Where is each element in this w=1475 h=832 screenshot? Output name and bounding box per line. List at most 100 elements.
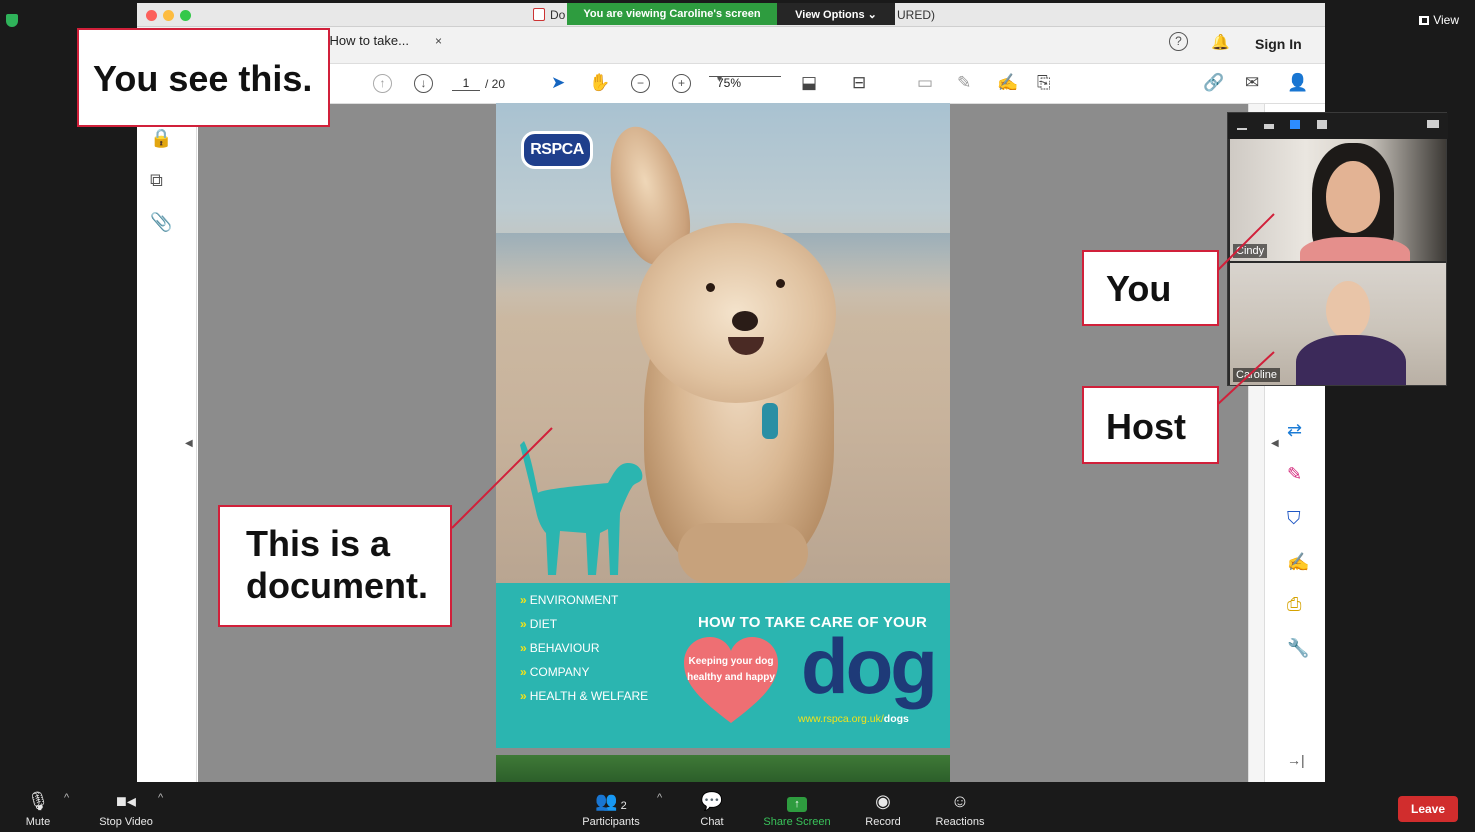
gallery-view-icon	[1419, 15, 1430, 25]
topic-list-item: » COMPANY	[520, 665, 590, 679]
window-title-left: Do	[550, 8, 566, 22]
protect-shield-icon[interactable]: ⛉	[1287, 508, 1301, 529]
page-thumbnails-icon[interactable]: ⧉	[150, 170, 163, 191]
chat-button[interactable]: 💬 Chat	[692, 782, 732, 828]
topic-list-item: » DIET	[520, 617, 558, 631]
more-tools-wrench-icon[interactable]: 🔧	[1287, 638, 1309, 659]
rspca-logo: RSPCA	[521, 131, 593, 169]
participant-name: Cindy	[1233, 244, 1268, 258]
callout-line: This is a	[246, 523, 391, 564]
close-window-icon[interactable]	[146, 10, 157, 21]
view-options-button[interactable]: View Options ⌄	[777, 3, 895, 25]
shirt	[1296, 335, 1406, 385]
previous-page-icon[interactable]: ↑	[373, 74, 392, 93]
page-number-input[interactable]: 1	[452, 76, 480, 91]
callout-you-see-this: You see this.	[77, 28, 330, 127]
comment-icon[interactable]: ▭	[917, 73, 933, 93]
pdf-file-icon	[533, 8, 545, 21]
chevron-down-icon: ▾	[717, 74, 723, 85]
export-pdf-icon[interactable]: ⇄	[1287, 420, 1302, 441]
view-button[interactable]: View	[1419, 13, 1459, 27]
tab-close-icon[interactable]: ×	[435, 34, 442, 48]
zoom-level-select[interactable]: 75% ▾	[709, 74, 781, 90]
window-title-right: URED)	[897, 8, 935, 22]
sign-in-button[interactable]: Sign In	[1255, 36, 1302, 52]
add-user-icon[interactable]: 👤	[1287, 73, 1308, 93]
minimize-window-icon[interactable]	[163, 10, 174, 21]
dog-eye-right	[776, 279, 785, 288]
heart-caption: Keeping your dog healthy and happy	[687, 656, 775, 683]
pdf-page-cover: RSPCA » ENVIRONMENT » DIET » BEHAVIOUR » COM…	[496, 103, 950, 748]
notifications-bell-icon[interactable]: 🔔	[1211, 33, 1230, 51]
window-titlebar: Do URED) You are viewing Caroline's scre…	[137, 3, 1325, 27]
organize-pages-icon[interactable]: ⎙	[1287, 594, 1301, 615]
attachment-paperclip-icon[interactable]: 📎	[150, 212, 172, 233]
cover-title-dog: dog	[801, 622, 938, 710]
edit-pen-icon[interactable]: ✎	[1287, 464, 1302, 485]
security-shield-icon[interactable]	[6, 14, 18, 27]
record-icon: ◉	[875, 791, 891, 811]
callout-line: document.	[246, 565, 429, 606]
sign-icon[interactable]: ✍	[1287, 552, 1309, 573]
collapse-tools-icon[interactable]: →|	[1287, 752, 1305, 768]
edit-pdf-icon[interactable]: ⎘	[1037, 73, 1051, 93]
hide-video-icon[interactable]	[1264, 124, 1274, 129]
fill-sign-icon[interactable]: ✍	[997, 73, 1018, 93]
bone-tag	[762, 403, 778, 439]
page-total: / 20	[485, 77, 506, 91]
participant-video-cindy[interactable]: Cindy	[1230, 139, 1446, 261]
email-icon[interactable]: ✉	[1245, 73, 1259, 93]
expand-right-panel-icon[interactable]: ◀	[1271, 438, 1279, 449]
zoom-meeting-window: View Do URED) You are viewing Caroline's…	[0, 0, 1475, 832]
audio-options-chevron-icon[interactable]: ^	[64, 792, 69, 804]
stop-video-button[interactable]: ■◂ Stop Video	[92, 782, 160, 828]
meeting-controls-bar: 🎙 Mute ^ ■◂ Stop Video ^ 👥 2 Participants…	[0, 782, 1475, 832]
highlight-pen-icon[interactable]: ✎	[957, 73, 971, 93]
lock-icon[interactable]: 🔒	[150, 128, 172, 149]
gallery-grid-icon[interactable]	[1317, 120, 1327, 129]
topic-list-item: » ENVIRONMENT	[520, 593, 619, 607]
minimize-video-icon[interactable]	[1237, 128, 1247, 130]
maximize-window-icon[interactable]	[180, 10, 191, 21]
teal-dog-silhouette-icon	[520, 441, 643, 575]
hand-tool-icon[interactable]: ✋	[589, 73, 610, 93]
collapse-left-panel-icon[interactable]: ◀	[185, 438, 193, 449]
dog-nose	[732, 311, 758, 331]
select-cursor-icon[interactable]: ➤	[551, 73, 565, 93]
screen-share-banner: You are viewing Caroline's screen	[567, 3, 777, 25]
microphone-icon: 🎙	[26, 791, 50, 811]
cover-url: www.rspca.org.uk/dogs	[798, 713, 909, 725]
reactions-smiley-icon: ☺	[950, 791, 970, 811]
participant-face	[1326, 161, 1380, 233]
record-button[interactable]: ◉ Record	[860, 782, 906, 828]
dog-eye-left	[706, 283, 715, 292]
next-page-icon[interactable]: ↓	[414, 74, 433, 93]
help-icon[interactable]: ?	[1169, 32, 1188, 51]
dog-legs	[678, 523, 808, 583]
video-panel-header	[1228, 113, 1448, 139]
video-panel: Cindy Caroline	[1227, 112, 1448, 386]
fit-page-icon[interactable]: ⬓	[801, 73, 817, 93]
video-camera-icon: ■◂	[116, 791, 136, 811]
zoom-out-icon[interactable]: −	[631, 74, 650, 93]
pdf-page-2-preview	[496, 755, 950, 782]
speaker-view-icon[interactable]	[1290, 120, 1300, 129]
participants-icon: 👥 2	[595, 791, 627, 812]
left-navigation-rail: 🔒 ⧉ 📎 ◀	[137, 104, 197, 782]
scroll-mode-icon[interactable]: ⊟	[852, 73, 866, 93]
mute-button[interactable]: 🎙 Mute	[18, 782, 58, 828]
share-screen-button[interactable]: ↑ Share Screen	[758, 782, 836, 828]
topic-list-item: » BEHAVIOUR	[520, 641, 600, 655]
participants-options-chevron-icon[interactable]: ^	[657, 792, 662, 804]
callout-host: Host	[1082, 386, 1219, 464]
callout-you: You	[1082, 250, 1219, 326]
participant-video-caroline[interactable]: Caroline	[1230, 263, 1446, 385]
video-options-chevron-icon[interactable]: ^	[158, 792, 163, 804]
share-link-icon[interactable]: 🔗	[1203, 73, 1224, 93]
fullscreen-icon[interactable]	[1427, 120, 1439, 128]
participants-button[interactable]: 👥 2 Participants	[575, 782, 647, 828]
leave-meeting-button[interactable]: Leave	[1398, 796, 1458, 822]
zoom-in-icon[interactable]: +	[672, 74, 691, 93]
reactions-button[interactable]: ☺ Reactions	[930, 782, 990, 828]
cover-info-panel: » ENVIRONMENT » DIET » BEHAVIOUR » COMPANY »…	[496, 583, 950, 748]
